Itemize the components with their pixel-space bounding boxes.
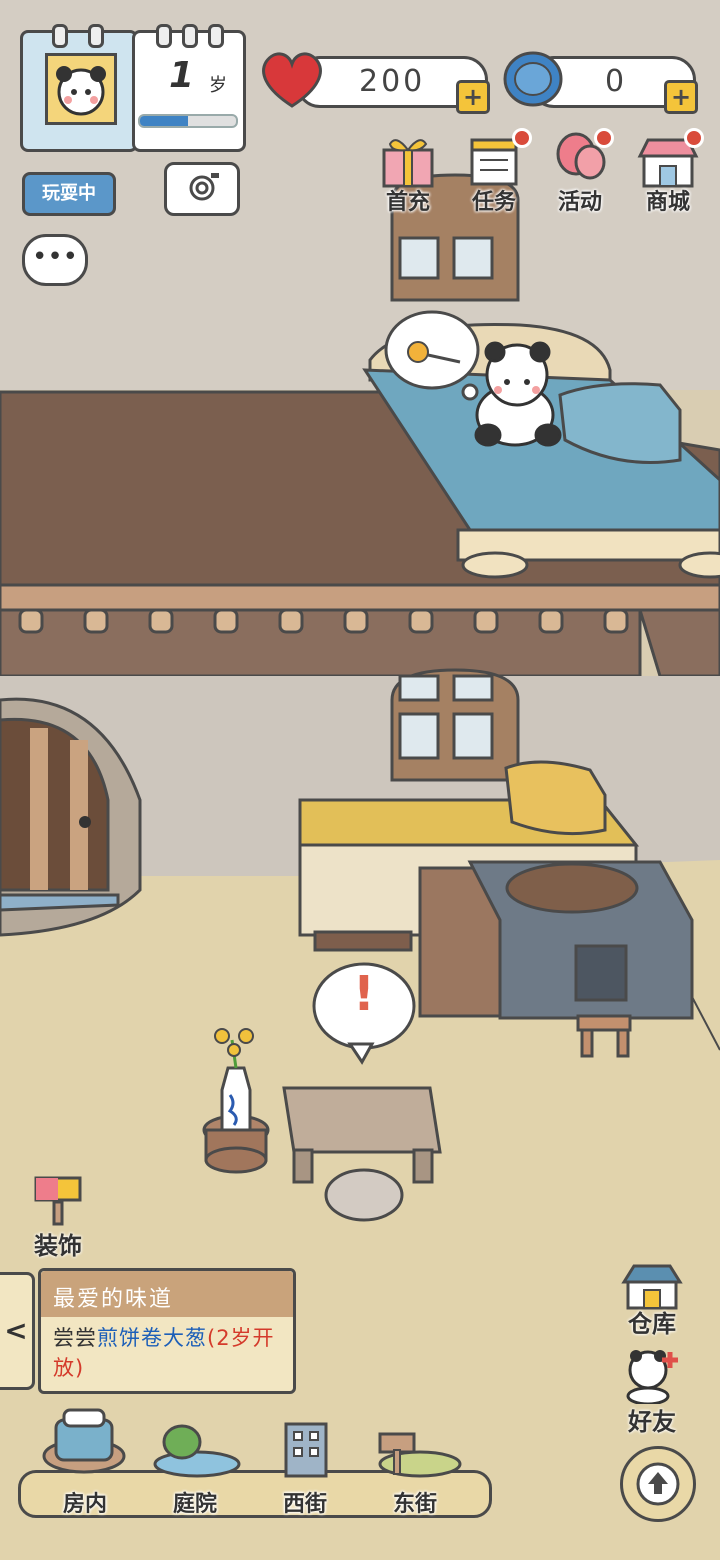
- panda-avatar-card[interactable]: [20, 30, 138, 152]
- menu-label: 任务: [471, 190, 516, 215]
- task-button[interactable]: 任务: [454, 128, 534, 216]
- age-progress-bar: [138, 114, 238, 128]
- paint-roller-icon: [34, 1176, 82, 1226]
- coin-icon: [503, 51, 563, 107]
- chat-button[interactable]: •••: [22, 234, 88, 286]
- event-button[interactable]: 活动: [540, 128, 620, 216]
- camera-button[interactable]: [164, 162, 240, 216]
- quest-header: 最爱的味道: [41, 1271, 293, 1317]
- menu-label: 商城: [645, 190, 690, 215]
- decorate-label: 装饰: [34, 1232, 82, 1260]
- arrow-up-icon: [636, 1462, 680, 1506]
- garden-icon: [153, 1424, 241, 1478]
- warehouse-label: 仓库: [628, 1310, 676, 1338]
- notification-dot: [512, 128, 532, 148]
- quest-description: 尝尝煎饼卷大葱(2岁开放): [53, 1323, 285, 1383]
- ring-icon: [52, 24, 68, 48]
- add-friend-icon: [626, 1350, 678, 1404]
- chat-bubble-icon: •••: [31, 242, 78, 272]
- nav-garden[interactable]: 庭院: [146, 1420, 246, 1517]
- coins-value: 0: [605, 64, 628, 99]
- menu-label: 首充: [385, 190, 430, 215]
- nav-room[interactable]: 房内: [34, 1406, 134, 1517]
- alert-mark[interactable]: !: [344, 966, 384, 1022]
- shop-button[interactable]: 商城: [628, 128, 708, 216]
- age-progress-fill: [140, 116, 188, 126]
- ring-icon: [182, 24, 198, 48]
- first-charge-button[interactable]: 首充: [368, 132, 448, 216]
- warehouse-button[interactable]: 仓库: [612, 1262, 692, 1338]
- notification-dot: [684, 128, 704, 148]
- friends-label: 好友: [628, 1408, 676, 1436]
- quest-collapse-button[interactable]: <: [0, 1272, 35, 1390]
- status-badge: 玩耍中: [22, 172, 116, 216]
- gift-icon: [382, 139, 434, 188]
- friends-button[interactable]: 好友: [612, 1344, 692, 1436]
- ring-icon: [88, 24, 104, 48]
- hearts-value: 200: [359, 64, 426, 99]
- nav-east-street[interactable]: 东街: [366, 1420, 466, 1517]
- quest-card[interactable]: 最爱的味道 尝尝煎饼卷大葱(2岁开放): [38, 1268, 296, 1394]
- age-calendar: 1 岁: [132, 30, 246, 152]
- building-icon: [284, 1422, 328, 1478]
- menu-label: 活动: [557, 190, 602, 215]
- ring-icon: [208, 24, 224, 48]
- quest-title: 最爱的味道: [53, 1287, 174, 1312]
- camera-icon: [189, 173, 219, 201]
- nav-label: 西街: [282, 1492, 327, 1517]
- nav-west-street[interactable]: 西街: [256, 1420, 356, 1517]
- add-coins-button[interactable]: +: [664, 80, 698, 114]
- nav-label: 东街: [392, 1492, 437, 1517]
- decorate-button[interactable]: 装饰: [20, 1172, 96, 1264]
- notification-dot: [594, 128, 614, 148]
- heart-icon: [262, 52, 322, 108]
- scroll-up-button[interactable]: [620, 1446, 696, 1522]
- quest-item: 煎饼卷大葱: [97, 1326, 207, 1350]
- add-hearts-button[interactable]: +: [456, 80, 490, 114]
- quest-prefix: 尝尝: [53, 1326, 97, 1350]
- ring-icon: [156, 24, 172, 48]
- warehouse-icon: [621, 1264, 683, 1310]
- nav-label: 庭院: [172, 1492, 217, 1517]
- age-unit: 岁: [209, 75, 227, 96]
- avatar: [45, 53, 117, 125]
- bed-icon: [42, 1408, 126, 1474]
- age-number: 1: [169, 55, 195, 96]
- nav-label: 房内: [62, 1492, 107, 1517]
- signpost-icon: [378, 1432, 462, 1478]
